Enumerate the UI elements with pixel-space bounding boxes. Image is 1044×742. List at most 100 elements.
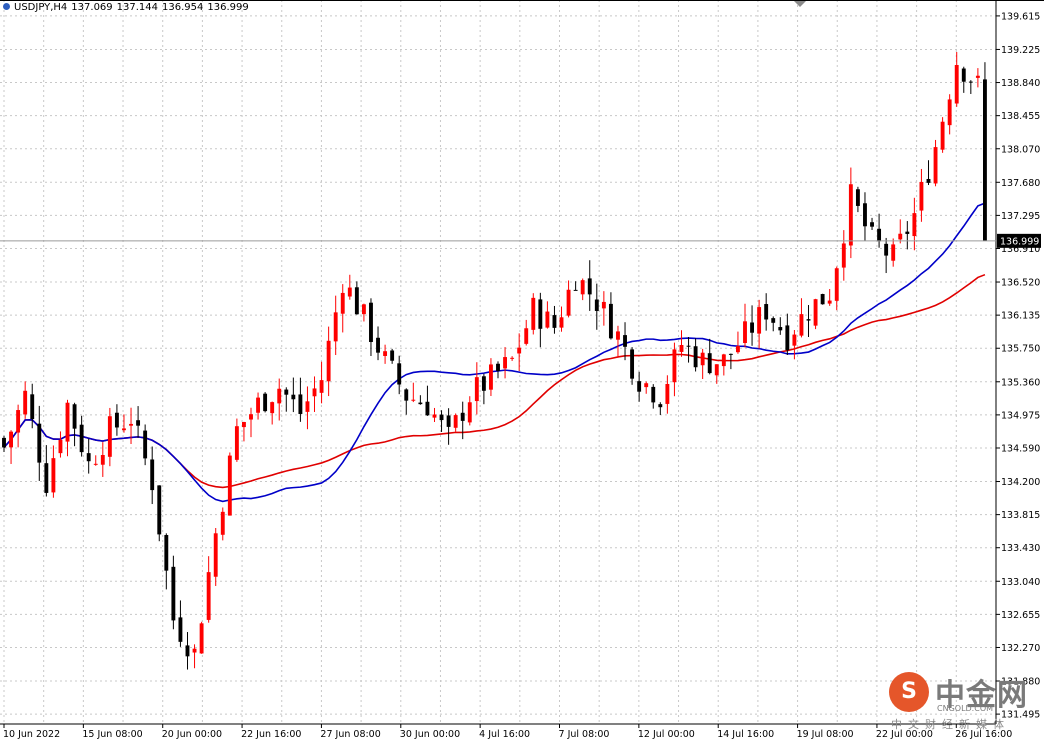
candle-body [122, 428, 126, 431]
y-tick-label: 134.200 [1001, 477, 1040, 488]
candle-body [2, 437, 6, 448]
candle-body [517, 347, 522, 354]
candle-body [79, 424, 84, 453]
symbol-icon [3, 3, 10, 10]
candle-body [256, 397, 260, 413]
candle-body [884, 243, 889, 256]
candle-body [926, 178, 931, 183]
candle-body [827, 300, 832, 304]
candle-body [672, 349, 677, 383]
candle-body [538, 299, 543, 329]
candle-body [757, 307, 762, 334]
y-tick-label: 132.270 [1001, 643, 1040, 654]
x-tick-label: 15 Jun 08:00 [82, 729, 142, 740]
candle-body [792, 334, 797, 346]
x-tick-label: 10 Jun 2022 [3, 729, 60, 740]
candle-body [778, 327, 783, 331]
candle-body [728, 353, 733, 355]
candle-body [679, 344, 684, 352]
candle-body [665, 383, 670, 404]
watermark-logo: S 中金网 CNGOLD.COM 中文财经新媒体 [885, 668, 1035, 734]
candle-body [764, 304, 769, 320]
candle-body [185, 645, 190, 657]
candle-body [227, 455, 232, 516]
candle-body [799, 314, 804, 336]
candle-body [785, 325, 790, 351]
candle-body [623, 335, 627, 347]
candle-body [467, 402, 472, 423]
candle-body [86, 453, 91, 462]
candle-body [16, 410, 21, 433]
candle-body [270, 402, 275, 414]
candle-body [263, 393, 268, 412]
candle-body [975, 75, 980, 78]
candle-body [333, 312, 338, 342]
candle-body [298, 394, 303, 414]
candle-body [30, 394, 35, 420]
candle-body [658, 404, 663, 408]
candle-body [693, 346, 698, 368]
candle-body [686, 345, 691, 347]
candle-body [905, 231, 910, 234]
candle-body [65, 402, 70, 442]
candle-body [961, 68, 966, 82]
axes: 139.615 139.225 138.840 138.455 138.070 137.6… [0, 0, 1044, 740]
candle-body [312, 388, 317, 397]
open-value: 137.069 [71, 2, 113, 13]
candle-body [721, 354, 726, 367]
candle-body [220, 511, 225, 535]
candle-body [242, 421, 246, 428]
candle-body [319, 380, 324, 393]
candle-body [524, 328, 529, 344]
candle-body [157, 485, 162, 535]
candle-body [234, 426, 239, 460]
y-tick-label: 135.360 [1001, 377, 1040, 388]
y-tick-label: 132.655 [1001, 610, 1040, 621]
candle-body [580, 280, 585, 295]
candle-body [870, 222, 874, 227]
y-tick-label: 138.455 [1001, 111, 1040, 122]
candle-body [608, 303, 613, 339]
x-tick-label: 14 Jul 16:00 [717, 729, 774, 740]
y-tick-label: 137.295 [1001, 211, 1040, 222]
candle-body [326, 340, 331, 382]
candle-body [171, 566, 176, 621]
candle-body [114, 412, 119, 428]
candle-body [707, 353, 712, 374]
candle-body [637, 381, 642, 392]
candle-body [354, 287, 359, 315]
logo-icon: S [889, 672, 929, 712]
y-tick-label: 135.750 [1001, 344, 1040, 355]
y-tick-label: 138.070 [1001, 144, 1040, 155]
candle-body [9, 431, 13, 448]
candle-body [651, 386, 656, 403]
candle-body [933, 147, 938, 184]
candle-body [566, 289, 571, 316]
candle-body [510, 357, 515, 359]
candle-body [418, 402, 423, 405]
candle-body [573, 289, 578, 291]
candle-body [432, 414, 437, 418]
candle-body [806, 319, 811, 321]
candle-body [750, 322, 754, 333]
y-tick-label: 139.615 [1001, 11, 1040, 22]
candle-body [439, 414, 444, 421]
candle-body [714, 364, 719, 376]
close-value: 136.999 [207, 2, 249, 13]
candle-body [93, 463, 98, 465]
candle-body [863, 203, 867, 227]
candle-body [143, 430, 148, 459]
x-tick-label: 20 Jun 00:00 [162, 729, 222, 740]
candle-body [474, 377, 479, 402]
y-tick-label: 136.520 [1001, 278, 1040, 289]
candle-body [559, 317, 564, 328]
symbol-label: USDJPY,H4 [14, 2, 68, 13]
candle-body [164, 535, 169, 571]
chart-shift-icon[interactable] [794, 1, 806, 7]
candle-body [919, 181, 924, 211]
candle-body [453, 415, 458, 428]
candle-body [700, 352, 705, 366]
candle-body [404, 389, 409, 401]
x-tick-label: 19 Jul 08:00 [797, 729, 854, 740]
ma-fast-line [3, 202, 986, 503]
